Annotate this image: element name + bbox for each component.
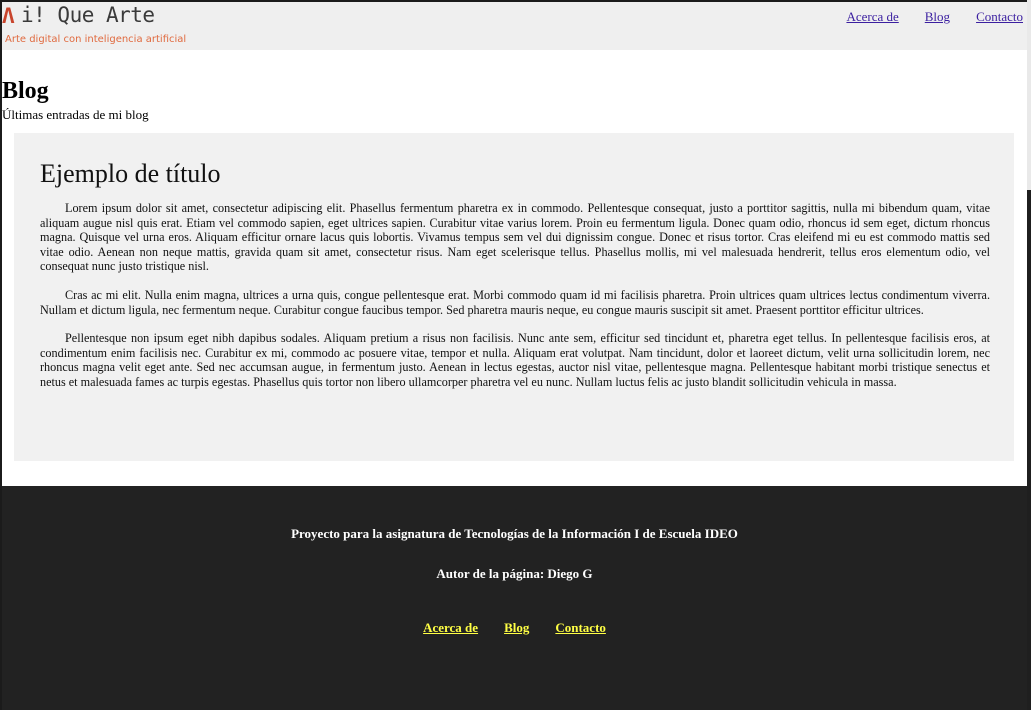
site-header: Λ i! Que Arte Arte digital con inteligen…	[2, 2, 1027, 50]
footer-link-acerca-de[interactable]: Acerca de	[423, 620, 478, 636]
browser-viewport: Λ i! Que Arte Arte digital con inteligen…	[0, 0, 1027, 710]
post-title: Ejemplo de título	[40, 159, 221, 188]
page-title: Blog	[2, 78, 49, 104]
footer-link-contacto[interactable]: Contacto	[555, 620, 606, 636]
footer-author-text: Autor de la página: Diego G	[436, 566, 593, 581]
nav-link-acerca-de[interactable]: Acerca de	[846, 9, 898, 25]
post-paragraph: Pellentesque non ipsum eget nibh dapibus…	[40, 331, 990, 389]
post-body: Lorem ipsum dolor sit amet, consectetur …	[40, 201, 990, 390]
footer-link-blog[interactable]: Blog	[504, 620, 529, 636]
window-edge	[1027, 0, 1031, 710]
footer-project-text: Proyecto para la asignatura de Tecnologí…	[291, 526, 738, 541]
site-footer: Proyecto para la asignatura de Tecnologí…	[2, 486, 1027, 710]
nav-link-blog[interactable]: Blog	[925, 9, 950, 25]
header-nav: Acerca de Blog Contacto	[846, 9, 1023, 25]
blog-post-card: Ejemplo de título Lorem ipsum dolor sit …	[14, 133, 1014, 461]
logo-text: i! Que Arte	[21, 3, 155, 27]
nav-link-contacto[interactable]: Contacto	[976, 9, 1023, 25]
logo-tagline: Arte digital con inteligencia artificial	[5, 34, 187, 45]
post-paragraph: Lorem ipsum dolor sit amet, consectetur …	[40, 201, 990, 274]
logo-mark: Λ	[2, 4, 15, 28]
page-subtitle: Últimas entradas de mi blog	[2, 107, 149, 122]
site-logo[interactable]: Λ i! Que Arte Arte digital con inteligen…	[2, 2, 186, 50]
footer-nav: Acerca de Blog Contacto	[2, 620, 1027, 636]
post-paragraph: Cras ac mi elit. Nulla enim magna, ultri…	[40, 287, 990, 317]
